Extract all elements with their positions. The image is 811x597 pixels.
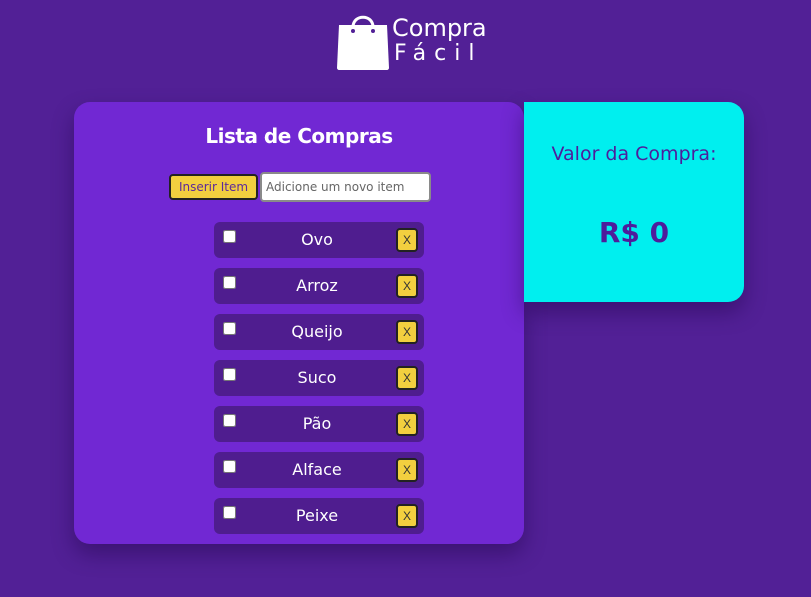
list-title: Lista de Compras — [205, 124, 393, 148]
remove-item-button[interactable]: X — [396, 412, 418, 436]
item-list: Ovo X Arroz X Queijo X Suco X Pão X Alfa… — [214, 222, 424, 544]
shopping-bag-icon — [337, 15, 389, 70]
item-label: Pão — [302, 414, 332, 433]
add-item-button[interactable]: Inserir Item — [169, 174, 258, 200]
remove-item-button[interactable]: X — [396, 228, 418, 252]
app-header: Compra Fácil — [336, 10, 487, 72]
shopping-list-card: Lista de Compras Inserir Item Ovo X Arro… — [74, 102, 524, 544]
list-item: Suco X — [214, 360, 424, 396]
remove-item-button[interactable]: X — [396, 366, 418, 390]
total-title: Valor da Compra: — [551, 143, 717, 165]
list-item: Alface X — [214, 452, 424, 488]
remove-item-button[interactable]: X — [396, 504, 418, 528]
list-item: Pão X — [214, 406, 424, 442]
item-label: Arroz — [296, 276, 338, 295]
item-label: Alface — [292, 460, 342, 479]
item-label: Queijo — [291, 322, 343, 341]
remove-item-button[interactable]: X — [396, 458, 418, 482]
remove-item-button[interactable]: X — [396, 320, 418, 344]
new-item-input[interactable] — [260, 172, 431, 202]
list-item: Queijo X — [214, 314, 424, 350]
item-label: Peixe — [295, 506, 339, 525]
brand-name: Compra Fácil — [392, 16, 487, 65]
purchase-total-card: Valor da Compra: R$ 0 — [524, 102, 744, 302]
total-value: R$ 0 — [598, 216, 670, 249]
list-item: Arroz X — [214, 268, 424, 304]
remove-item-button[interactable]: X — [396, 274, 418, 298]
brand-line2: Fácil — [394, 41, 483, 66]
item-label: Suco — [297, 368, 337, 387]
list-item: Peixe X — [214, 498, 424, 534]
brand-line1: Compra — [392, 14, 487, 42]
item-label: Ovo — [301, 230, 333, 249]
list-item: Ovo X — [214, 222, 424, 258]
